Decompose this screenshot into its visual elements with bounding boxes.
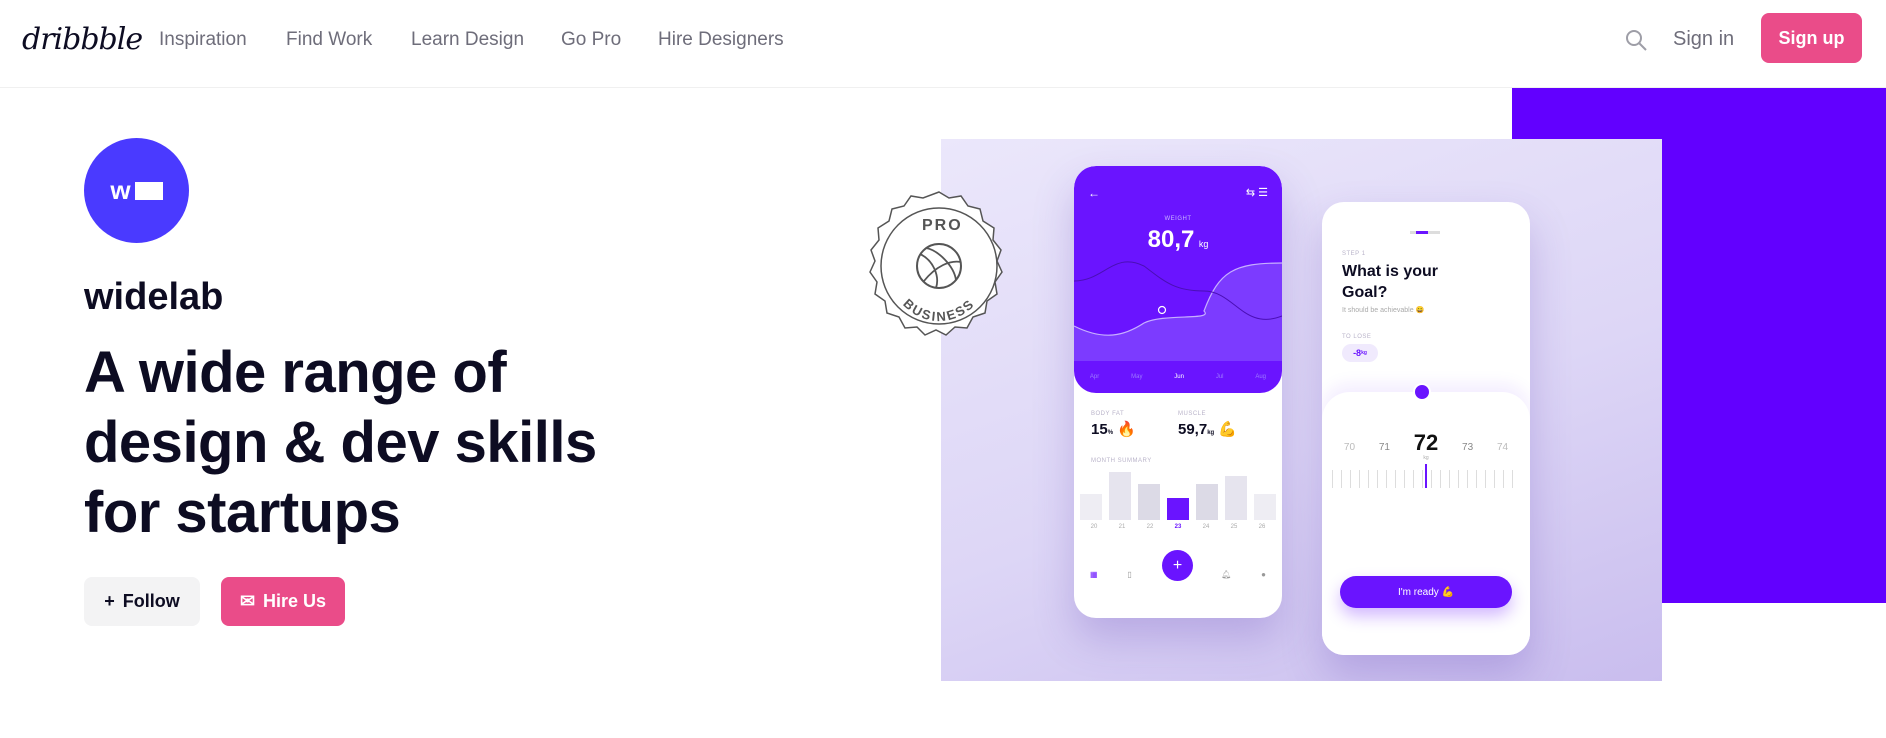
goal-subtitle: It should be achievable 😄 (1342, 307, 1425, 314)
step-label: STEP 1 (1342, 251, 1366, 257)
muscle-unit: kg (1207, 430, 1215, 436)
body-fat-number: 15 (1091, 421, 1108, 438)
hire-label: Hire Us (263, 591, 327, 611)
profile-headline: A wide range of design & dev skills for … (84, 340, 597, 545)
weight-chart (1074, 261, 1282, 361)
day-label: 20 (1090, 524, 1098, 530)
to-lose-unit: kg (1361, 350, 1367, 356)
muscle-number: 59,7 (1178, 421, 1208, 438)
scale-indicator (1425, 464, 1427, 488)
to-lose-label: TO LOSE (1342, 334, 1372, 340)
day-label: 24 (1202, 524, 1210, 530)
plus-icon: + (104, 591, 115, 611)
to-lose-pill: -8 kg (1342, 344, 1378, 362)
weight-header: ← ⇆ ☰ WEIGHT 80,7 kg Apr May Jun Jul Aug (1074, 166, 1282, 393)
summary-bar (1254, 494, 1276, 520)
pro-business-badge[interactable]: PRO BUSINESS (858, 188, 1020, 350)
user-icon: ● (1261, 570, 1266, 579)
scale-value: 70 (1343, 442, 1356, 453)
summary-bar (1225, 476, 1247, 520)
search-icon[interactable] (1624, 28, 1648, 52)
fire-emoji-icon: 🔥 (1117, 421, 1136, 438)
goal-title: What is your Goal? (1342, 263, 1439, 301)
body-fat-label: BODY FAT (1091, 411, 1125, 417)
summary-bar-active (1167, 498, 1189, 520)
body-fat-unit: % (1107, 430, 1114, 436)
month-label-active: Jun (1174, 374, 1184, 380)
month-label: Jul (1215, 374, 1224, 380)
summary-bars (1080, 468, 1276, 520)
filter-icon: ⇆ ☰ (1245, 187, 1268, 199)
summary-bar (1138, 484, 1160, 520)
bell-icon: 🔔︎ (1221, 570, 1232, 579)
weight-scale: 70 71 72 73 74 (1332, 430, 1520, 456)
page-indicator (1410, 231, 1440, 234)
badge-pro-text: PRO (922, 217, 963, 234)
jar-icon: ▯ (1127, 570, 1132, 579)
back-arrow-icon: ← (1088, 186, 1100, 200)
nav-learn-design[interactable]: Learn Design (411, 29, 524, 51)
day-label: 22 (1146, 524, 1154, 530)
day-label: 21 (1118, 524, 1126, 530)
weight-number: 80,7 (1147, 226, 1195, 253)
weight-label: WEIGHT (1164, 216, 1192, 222)
grid-icon: ▦ (1090, 570, 1098, 579)
weight-unit: kg (1198, 239, 1209, 249)
tab-bar: ▦ ▯ 🔔︎ ● (1090, 570, 1266, 579)
muscle-value: 59,7kg 💪 (1178, 420, 1237, 438)
hire-us-button[interactable]: ✉ Hire Us (221, 577, 345, 626)
month-label: Apr (1089, 374, 1100, 380)
summary-bar (1196, 484, 1218, 520)
day-label: 26 (1258, 524, 1266, 530)
summary-bar (1080, 494, 1102, 520)
scale-value: 73 (1462, 442, 1474, 453)
nav-find-work[interactable]: Find Work (286, 29, 372, 51)
profile-name[interactable]: widelab (84, 276, 223, 319)
day-label: 25 (1230, 524, 1238, 530)
nav-go-pro[interactable]: Go Pro (561, 29, 621, 51)
sign-in-link[interactable]: Sign in (1673, 28, 1734, 51)
to-lose-value: -8 (1353, 348, 1362, 358)
scale-unit: kg (1423, 455, 1429, 461)
phone-goal-screen: STEP 1 What is your Goal? It should be a… (1322, 202, 1530, 655)
day-axis: 20 21 22 23 24 25 26 (1080, 524, 1276, 530)
nav-hire-designers[interactable]: Hire Designers (658, 29, 784, 51)
month-label: Aug (1255, 374, 1267, 380)
scale-handle-icon (1413, 383, 1431, 401)
top-nav: dribbble Inspiration Find Work Learn Des… (0, 0, 1886, 88)
shot-image[interactable]: ← ⇆ ☰ WEIGHT 80,7 kg Apr May Jun Jul Aug… (941, 139, 1662, 681)
dribbble-logo[interactable]: dribbble (22, 22, 143, 57)
month-axis: Apr May Jun Jul Aug (1074, 374, 1282, 380)
sign-up-button[interactable]: Sign up (1761, 13, 1862, 63)
avatar[interactable]: w (84, 138, 189, 243)
muscle-emoji-icon: 💪 (1218, 421, 1238, 438)
day-label-active: 23 (1174, 524, 1182, 530)
mail-icon: ✉ (239, 591, 256, 611)
month-summary-label: MONTH SUMMARY (1091, 458, 1152, 464)
follow-button[interactable]: + Follow (84, 577, 200, 626)
nav-inspiration[interactable]: Inspiration (159, 29, 247, 51)
scale-value: 74 (1496, 442, 1509, 453)
month-label: May (1131, 374, 1143, 380)
phone-weight-screen: ← ⇆ ☰ WEIGHT 80,7 kg Apr May Jun Jul Aug… (1074, 166, 1282, 618)
scale-value: 71 (1378, 442, 1390, 453)
summary-bar (1109, 472, 1131, 520)
scale-value-selected: 72 (1413, 430, 1439, 455)
im-ready-button: I'm ready 💪 (1340, 576, 1512, 608)
muscle-label: MUSCLE (1178, 411, 1207, 417)
follow-label: Follow (122, 591, 180, 611)
avatar-text: w (110, 175, 131, 205)
weight-value: 80,7 kg (1074, 226, 1282, 254)
body-fat-value: 15% 🔥 (1091, 420, 1136, 438)
